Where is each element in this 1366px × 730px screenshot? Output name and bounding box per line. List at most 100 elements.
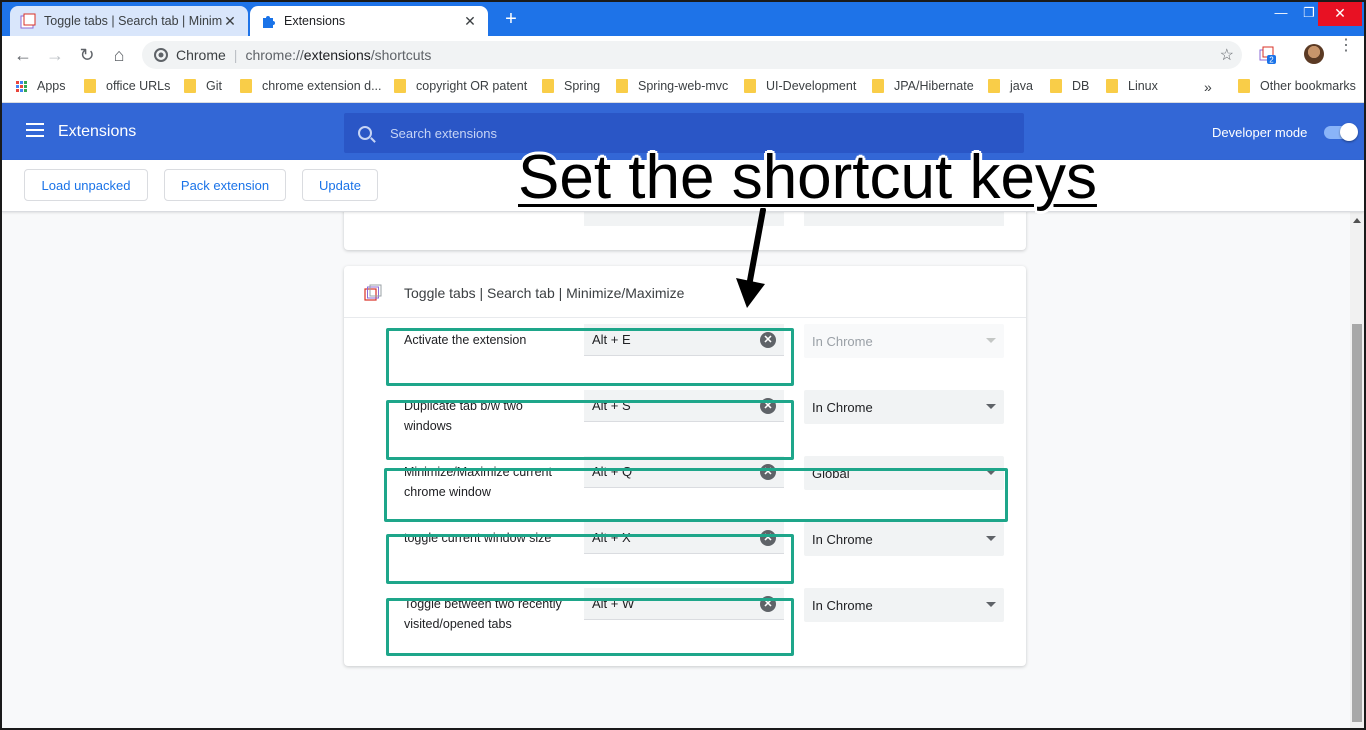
other-bookmarks[interactable]: Other bookmarks: [1238, 79, 1356, 93]
shortcut-row: toggle current window size Alt + X ✕ In C…: [344, 522, 1026, 590]
shortcut-row: Activate the extension Alt + E ✕ In Chrom…: [344, 324, 1026, 392]
bookmark-label: Git: [206, 79, 222, 93]
dropdown-caret-icon: [986, 602, 996, 607]
address-bar[interactable]: Chrome | chrome://extensions/shortcuts ☆: [142, 41, 1242, 69]
scope-select[interactable]: In Chrome: [804, 390, 1004, 424]
scope-value: In Chrome: [812, 399, 873, 415]
omnibox-site-label: Chrome: [176, 47, 226, 63]
new-tab-button[interactable]: +: [500, 9, 522, 31]
scope-select: In Chrome: [804, 324, 1004, 358]
browser-menu-icon[interactable]: ⋮: [1338, 38, 1354, 54]
bookmark-apps[interactable]: Apps: [16, 79, 66, 93]
bookmark-label: UI-Development: [766, 79, 857, 93]
tab-close-icon[interactable]: ✕: [462, 13, 478, 30]
bookmark-folder[interactable]: Spring: [542, 79, 600, 93]
close-window-button[interactable]: ✕: [1318, 2, 1362, 26]
clear-shortcut-icon[interactable]: ✕: [760, 530, 776, 546]
bookmark-folder[interactable]: DB: [1050, 79, 1089, 93]
developer-mode-toggle[interactable]: [1324, 123, 1358, 141]
bookmark-folder[interactable]: chrome extension d...: [240, 79, 382, 93]
menu-icon[interactable]: [26, 123, 44, 137]
developer-mode-label: Developer mode: [1212, 125, 1308, 140]
command-description: toggle current window size: [404, 531, 552, 545]
omnibox-separator: |: [233, 47, 238, 63]
search-input[interactable]: [390, 125, 890, 141]
scope-value: In Chrome: [812, 333, 873, 349]
page-title: Extensions: [58, 123, 137, 140]
extension-page-icon: [20, 13, 36, 29]
browser-window: Toggle tabs | Search tab | Minimize/Maxi…: [0, 0, 1366, 730]
command-description: Minimize/Maximize current chrome window: [404, 465, 552, 499]
url-path: extensions: [303, 47, 371, 63]
shortcut-input[interactable]: Alt + X ✕: [584, 522, 784, 554]
folder-icon: [394, 79, 406, 93]
clear-shortcut-icon[interactable]: ✕: [760, 596, 776, 612]
load-unpacked-button[interactable]: Load unpacked: [24, 169, 148, 201]
clear-shortcut-icon[interactable]: ✕: [760, 398, 776, 414]
shortcut-input[interactable]: Alt + E ✕: [584, 324, 784, 356]
bookmarks-overflow-button[interactable]: »: [1204, 79, 1212, 95]
dropdown-caret-icon: [986, 338, 996, 343]
extension-toolbar-icon[interactable]: 2: [1258, 46, 1276, 64]
bookmark-folder[interactable]: JPA/Hibernate: [872, 79, 974, 93]
shortcut-value: Alt + W: [592, 596, 635, 611]
bookmark-folder[interactable]: copyright OR patent: [394, 79, 527, 93]
scope-select[interactable]: In Chrome: [804, 522, 1004, 556]
annotation-text: Set the shortcut keys: [518, 143, 1097, 212]
bookmark-label: Other bookmarks: [1260, 79, 1356, 93]
search-icon: [358, 126, 372, 140]
url-host: chrome://: [245, 47, 304, 63]
shortcut-input[interactable]: Alt + Q ✕: [584, 456, 784, 488]
tab-close-icon[interactable]: ✕: [222, 13, 238, 30]
forward-arrow-icon[interactable]: →: [42, 42, 68, 68]
bookmark-label: Spring-web-mvc: [638, 79, 729, 93]
profile-avatar[interactable]: [1304, 44, 1324, 64]
update-button[interactable]: Update: [302, 169, 378, 201]
bookmark-folder[interactable]: office URLs: [84, 79, 170, 93]
shortcut-value: Alt + E: [592, 332, 631, 347]
scope-value: In Chrome: [812, 531, 873, 547]
dropdown-caret-icon: [986, 470, 996, 475]
home-icon[interactable]: ⌂: [106, 42, 132, 68]
scope-select[interactable]: Global: [804, 456, 1004, 490]
shortcut-input[interactable]: Alt + S ✕: [584, 390, 784, 422]
page-scrollbar[interactable]: [1350, 212, 1364, 728]
bookmark-label: office URLs: [106, 79, 171, 93]
back-arrow-icon[interactable]: ←: [10, 42, 36, 68]
bookmark-folder[interactable]: UI-Development: [744, 79, 856, 93]
reload-icon[interactable]: ↻: [74, 42, 100, 68]
extension-icon: [364, 284, 382, 301]
bookmark-folder[interactable]: Linux: [1106, 79, 1158, 93]
shortcut-value: Alt + X: [592, 530, 631, 545]
command-description: Duplicate tab b/w two windows: [404, 399, 523, 433]
shortcut-value: Alt + Q: [592, 464, 633, 479]
annotation-arrow-icon: [736, 208, 766, 308]
clear-shortcut-icon[interactable]: ✕: [760, 464, 776, 480]
tab-strip: Toggle tabs | Search tab | Minimize/Maxi…: [2, 2, 1364, 36]
tab-toggle-tabs[interactable]: Toggle tabs | Search tab | Minimize/Maxi…: [10, 6, 248, 36]
pack-extension-button[interactable]: Pack extension: [164, 169, 286, 201]
folder-icon: [1050, 79, 1062, 93]
bookmark-folder[interactable]: java: [988, 79, 1033, 93]
bookmark-folder[interactable]: Git: [184, 79, 222, 93]
command-description: Toggle between two recently visited/open…: [404, 597, 562, 631]
previous-extension-card: [344, 212, 1026, 250]
shortcut-input[interactable]: Alt + W ✕: [584, 588, 784, 620]
folder-icon: [1106, 79, 1118, 93]
bookmark-star-icon[interactable]: ☆: [1220, 45, 1234, 65]
clear-shortcut-icon[interactable]: ✕: [760, 332, 776, 348]
folder-icon: [184, 79, 196, 93]
scope-select[interactable]: In Chrome: [804, 588, 1004, 622]
scrollbar-thumb[interactable]: [1352, 324, 1362, 722]
bookmark-label: Apps: [37, 79, 66, 93]
tab-label: Extensions: [284, 14, 346, 28]
bookmark-folder[interactable]: Spring-web-mvc: [616, 79, 728, 93]
scroll-up-arrow-icon[interactable]: [1353, 218, 1361, 223]
apps-grid-icon: [16, 80, 27, 92]
folder-icon: [542, 79, 554, 93]
scope-value: In Chrome: [812, 597, 873, 613]
scope-value: Global: [812, 465, 850, 481]
tab-extensions[interactable]: Extensions ✕: [250, 6, 488, 36]
extension-badge: 2: [1269, 56, 1274, 65]
toggle-knob: [1340, 123, 1358, 141]
